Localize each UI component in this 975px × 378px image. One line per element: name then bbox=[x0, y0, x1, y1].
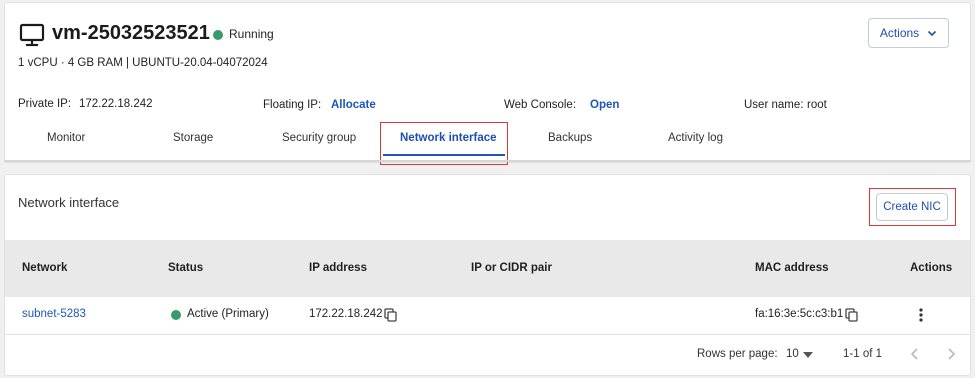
tab-monitor[interactable]: Monitor bbox=[47, 132, 85, 144]
pagination-range: 1-1 of 1 bbox=[843, 348, 882, 360]
network-tab-highlight-box bbox=[380, 122, 508, 165]
section-title: Network interface bbox=[18, 195, 120, 210]
column-header-network: Network bbox=[22, 262, 68, 274]
private-ip-label: Private IP: bbox=[18, 98, 72, 110]
actions-button[interactable]: Actions bbox=[868, 18, 949, 48]
floating-ip-allocate-link[interactable]: Allocate bbox=[331, 99, 376, 111]
running-status-dot bbox=[213, 30, 223, 40]
active-status-dot bbox=[171, 310, 181, 320]
user-name-value: root bbox=[807, 99, 827, 111]
monitor-icon bbox=[19, 23, 45, 47]
caret-down-icon[interactable] bbox=[803, 352, 813, 358]
column-header-ip-cidr-pair: IP or CIDR pair bbox=[471, 262, 552, 274]
chevron-down-icon bbox=[928, 30, 937, 37]
row-mac-address: fa:16:3e:5c:c3:b1 bbox=[755, 308, 844, 320]
copy-mac-icon[interactable] bbox=[845, 308, 858, 322]
web-console-open-link[interactable]: Open bbox=[590, 99, 619, 111]
rows-per-page-label: Rows per page: bbox=[697, 348, 778, 360]
network-link[interactable]: subnet-5283 bbox=[22, 308, 86, 320]
floating-ip-label: Floating IP: bbox=[263, 99, 322, 111]
column-header-mac-address: MAC address bbox=[755, 262, 829, 274]
actions-button-label: Actions bbox=[879, 26, 920, 40]
tab-activity-log[interactable]: Activity log bbox=[668, 132, 723, 144]
tab-storage[interactable]: Storage bbox=[173, 132, 213, 144]
column-header-status: Status bbox=[168, 262, 204, 274]
private-ip-value: 172.22.18.242 bbox=[79, 98, 153, 110]
chevron-left-icon[interactable] bbox=[908, 345, 922, 363]
tab-backups[interactable]: Backups bbox=[548, 132, 592, 144]
rows-per-page-select[interactable]: 10 bbox=[786, 348, 799, 360]
vm-specs: 1 vCPU · 4 GB RAM | UBUNTU-20.04-0407202… bbox=[18, 57, 268, 69]
copy-ip-icon[interactable] bbox=[384, 308, 397, 322]
row-actions-kebab-icon[interactable] bbox=[914, 306, 928, 324]
column-header-actions: Actions bbox=[910, 262, 953, 274]
vm-name: vm-25032523521 bbox=[52, 22, 210, 44]
row-status: Active (Primary) bbox=[187, 308, 269, 320]
tabs-divider bbox=[4, 160, 971, 162]
tab-security-group[interactable]: Security group bbox=[282, 132, 356, 144]
user-name-label: User name: bbox=[744, 99, 804, 111]
column-header-ip-address: IP address bbox=[309, 262, 367, 274]
more-vertical-icon bbox=[919, 308, 923, 322]
row-ip-address: 172.22.18.242 bbox=[309, 308, 383, 320]
vm-status-text: Running bbox=[229, 27, 274, 41]
row-divider bbox=[5, 334, 970, 335]
create-nic-highlight-box bbox=[869, 188, 956, 226]
chevron-right-icon[interactable] bbox=[944, 345, 958, 363]
web-console-label: Web Console: bbox=[504, 99, 577, 111]
